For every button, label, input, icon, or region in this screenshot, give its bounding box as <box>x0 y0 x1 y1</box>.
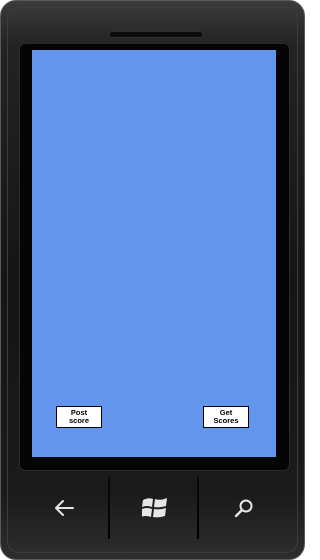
earpiece-speaker <box>109 31 203 38</box>
post-score-button[interactable]: Post score <box>56 406 102 428</box>
search-icon <box>234 498 254 518</box>
windows-logo-icon <box>141 496 168 520</box>
app-screen: Post score Get Scores <box>32 50 276 457</box>
search-button[interactable] <box>199 477 288 539</box>
back-arrow-icon <box>54 500 74 516</box>
hardware-button-bar <box>19 477 288 539</box>
start-button[interactable] <box>110 477 199 539</box>
get-scores-button[interactable]: Get Scores <box>203 406 249 428</box>
phone-frame: Post score Get Scores <box>0 0 305 560</box>
back-button[interactable] <box>19 477 108 539</box>
